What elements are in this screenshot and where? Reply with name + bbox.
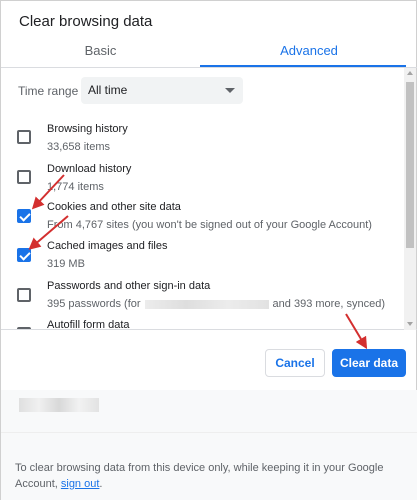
redacted-site [144,299,269,309]
account-area [1,390,417,432]
option-subtitle: 319 MB [47,258,85,270]
option-title: Download history [47,163,132,175]
active-tab-indicator [200,65,406,67]
subtitle-suffix: and 393 more, synced) [272,298,386,310]
footer-text: To clear browsing data from this device … [15,460,405,492]
option-cached-images[interactable]: Cached images and files 319 MB [1,240,406,280]
cookies-checkbox[interactable] [17,209,31,223]
browsing-history-checkbox[interactable] [17,130,31,144]
tab-basic[interactable]: Basic [1,39,200,68]
option-download-history[interactable]: Download history 1,774 items [1,163,406,203]
option-subtitle: From 4,767 sites (you won't be signed ou… [47,219,372,231]
option-subtitle: 1,774 items [47,181,104,193]
scrollbar-thumb[interactable] [406,82,414,248]
option-browsing-history[interactable]: Browsing history 33,658 items [1,123,406,163]
clear-browsing-data-dialog: Clear browsing data Basic Advanced Time … [0,0,417,500]
option-title: Cookies and other site data [47,201,181,213]
cancel-button[interactable]: Cancel [265,349,325,377]
scroll-down-icon[interactable] [407,322,413,326]
autofill-checkbox[interactable] [17,327,31,329]
option-autofill[interactable]: Autofill form data [1,319,406,330]
options-scroll-area: Time range All time Browsing history 33,… [1,68,417,330]
option-subtitle: 395 passwords (for and 393 more, synced) [47,298,385,310]
dialog-title: Clear browsing data [19,13,153,30]
chevron-down-icon [225,88,235,93]
footer: To clear browsing data from this device … [1,432,417,500]
option-title: Passwords and other sign-in data [47,280,211,292]
passwords-checkbox[interactable] [17,288,31,302]
time-range-dropdown[interactable]: All time [81,77,243,104]
option-subtitle: 33,658 items [47,141,110,153]
option-title: Cached images and files [47,240,168,252]
option-passwords[interactable]: Passwords and other sign-in data 395 pas… [1,280,406,320]
sign-out-link[interactable]: sign out [61,478,100,490]
option-cookies[interactable]: Cookies and other site data From 4,767 s… [1,201,406,241]
tab-advanced[interactable]: Advanced [200,39,417,68]
subtitle-prefix: 395 passwords (for [47,298,141,310]
time-range-label: Time range [18,84,79,98]
scrollbar[interactable] [404,68,416,330]
tab-bar: Basic Advanced [1,39,417,68]
clear-data-button[interactable]: Clear data [332,349,406,377]
option-title: Browsing history [47,123,128,135]
time-range-value: All time [88,83,128,97]
cached-images-checkbox[interactable] [17,248,31,262]
footer-period: . [99,478,103,490]
option-title: Autofill form data [47,319,130,330]
download-history-checkbox[interactable] [17,170,31,184]
redacted-account [19,398,99,412]
scroll-up-icon[interactable] [407,71,413,75]
